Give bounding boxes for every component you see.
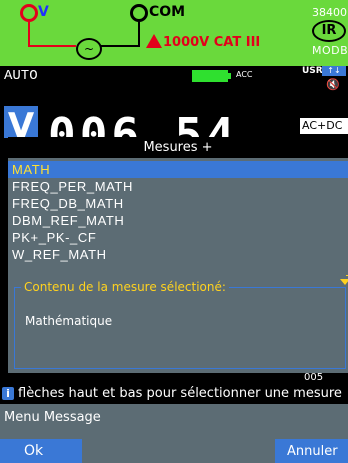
up-down-arrows-icon: ↑↓ (322, 66, 346, 76)
battery-tip-icon (228, 73, 231, 79)
battery-icon (192, 70, 228, 82)
ac-source-icon: ~ (76, 38, 102, 60)
info-text: flèches haut et bas pour sélectionner un… (18, 386, 342, 401)
terminal-v-icon (20, 4, 38, 22)
list-item[interactable]: W_REF_MATH (8, 246, 348, 263)
voltage-warning: 1000V CAT III (146, 34, 260, 50)
red-wire-icon (28, 22, 30, 46)
mute-icon: 🔇 (326, 78, 340, 91)
menu-bar: Menu Message Ok Annuler (0, 404, 348, 463)
scroll-down-arrow-icon[interactable] (340, 279, 348, 285)
status-bar: AUTO ACC USR ↑↓ 🔇 (0, 66, 348, 91)
warning-triangle-icon (146, 34, 162, 48)
terminal-com-icon (130, 4, 148, 22)
measures-dialog: Mesures + MATH FREQ_PER_MATH FREQ_DB_MAT… (8, 137, 348, 373)
range-mode: AUTO (4, 68, 38, 84)
coupling-badge: AC+DC (300, 118, 348, 134)
ir-badge-icon: IR (312, 20, 346, 42)
measure-list[interactable]: MATH FREQ_PER_MATH FREQ_DB_MATH DBM_REF_… (8, 161, 348, 263)
warning-label: 1000V CAT III (163, 35, 261, 50)
info-icon: i (2, 387, 14, 400)
list-item[interactable]: PK+_PK-_CF (8, 229, 348, 246)
ok-button[interactable]: Ok (0, 439, 82, 463)
content-legend: Contenu de la mesure sélectioné: (21, 280, 229, 294)
list-item[interactable]: FREQ_DB_MATH (8, 195, 348, 212)
reading-value: 006.54 (48, 108, 239, 138)
main-reading: V 006.54 AC+DC (0, 102, 348, 138)
content-box: Contenu de la mesure sélectioné: Mathéma… (14, 280, 346, 369)
cancel-button[interactable]: Annuler (275, 439, 348, 463)
list-item[interactable]: FREQ_PER_MATH (8, 178, 348, 195)
black-wire-icon (138, 22, 140, 46)
content-description: Mathématique (25, 314, 113, 328)
list-item[interactable]: MATH (8, 161, 348, 178)
background-value: 005 (304, 372, 324, 383)
baud-rate: 38400 (312, 6, 347, 19)
modbus-label: MODBUS (312, 44, 348, 57)
connection-panel: V COM ~ 1000V CAT III 38400 IR MODBUS (0, 0, 348, 66)
dialog-title: Mesures + (8, 137, 348, 158)
acc-label: ACC (236, 70, 253, 79)
unit-badge: V (4, 106, 38, 138)
info-bar: i flèches haut et bas pour sélectionner … (0, 384, 348, 404)
red-wire-icon (28, 45, 76, 47)
terminal-com-label: COM (149, 4, 186, 20)
list-item[interactable]: DBM_REF_MATH (8, 212, 348, 229)
menu-title: Menu Message (4, 410, 101, 425)
terminal-v-label: V (38, 4, 49, 20)
black-wire-icon (100, 45, 140, 47)
usr-label: USR (302, 66, 323, 76)
